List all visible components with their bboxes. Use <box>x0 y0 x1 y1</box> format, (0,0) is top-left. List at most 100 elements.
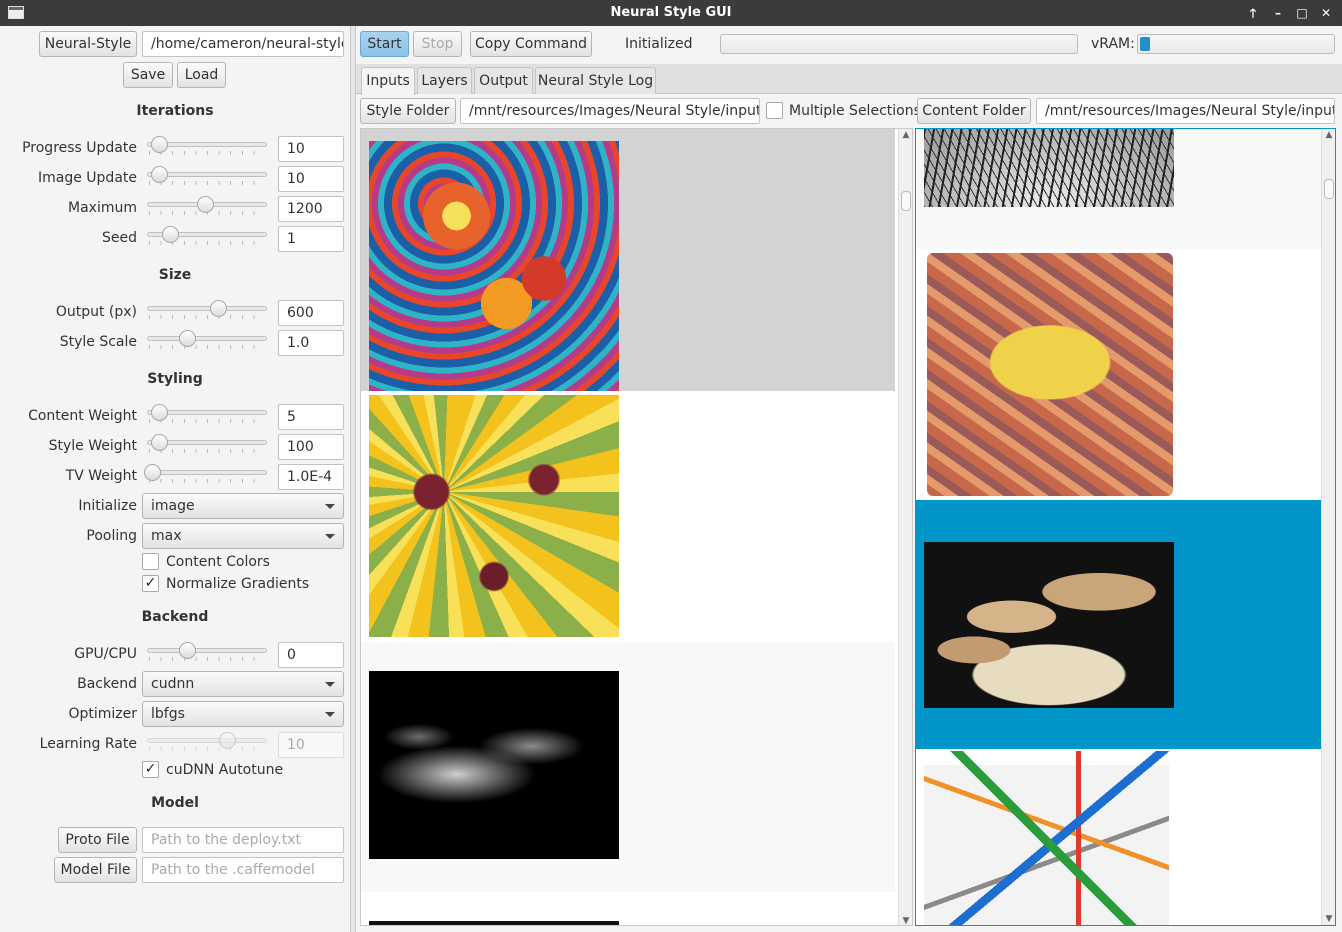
progress-bar <box>720 34 1078 54</box>
content-image-thumbnail <box>927 253 1173 496</box>
cudnn-autotune-checkbox[interactable]: ✓ <box>142 761 159 778</box>
style-folder-path-field[interactable]: /mnt/resources/Images/Neural Style/input <box>460 98 760 124</box>
style-weight-label: Style Weight <box>48 438 137 454</box>
style-weight-field[interactable]: 100 <box>278 434 344 460</box>
scroll-up-icon[interactable]: ▲ <box>1322 129 1335 141</box>
normalize-gradients-checkbox[interactable]: ✓ <box>142 575 159 592</box>
list-item[interactable] <box>361 892 895 925</box>
main-panel: Start Stop Copy Command Initialized vRAM… <box>356 26 1342 932</box>
maximum-field[interactable]: 1200 <box>278 196 344 222</box>
list-item-selected[interactable] <box>361 129 895 391</box>
tab-layers[interactable]: Layers <box>417 67 472 94</box>
content-colors-checkbox[interactable] <box>142 553 159 570</box>
maximum-slider[interactable] <box>147 196 267 216</box>
status-text: Initialized <box>625 36 693 52</box>
list-item[interactable] <box>361 392 895 642</box>
tv-weight-slider[interactable] <box>144 464 267 484</box>
seed-slider[interactable] <box>147 226 267 246</box>
model-file-button[interactable]: Model File <box>54 857 137 883</box>
proto-file-field[interactable]: Path to the deploy.txt <box>142 827 344 853</box>
backend-select[interactable]: cudnn <box>142 671 344 697</box>
backend-label: Backend <box>77 676 137 692</box>
image-update-slider[interactable] <box>147 166 267 186</box>
scroll-thumb[interactable] <box>1324 179 1334 199</box>
proto-file-button[interactable]: Proto File <box>58 827 137 853</box>
content-weight-label: Content Weight <box>28 408 137 424</box>
gpu-cpu-field[interactable]: 0 <box>278 642 344 668</box>
tab-output[interactable]: Output <box>474 67 533 94</box>
content-weight-field[interactable]: 5 <box>278 404 344 430</box>
content-image-thumbnail <box>924 542 1174 708</box>
scroll-down-icon[interactable]: ▼ <box>899 915 912 925</box>
chevron-down-icon <box>325 712 335 717</box>
gpu-cpu-label: GPU/CPU <box>74 646 137 662</box>
content-colors-label: Content Colors <box>166 554 270 570</box>
vram-label: vRAM: <box>1091 36 1135 52</box>
minimize-icon[interactable]: – <box>1269 4 1287 22</box>
style-list-scrollbar[interactable]: ▲ ▼ <box>898 129 912 925</box>
style-weight-slider[interactable] <box>147 434 267 454</box>
style-image-list[interactable]: ▲ ▼ <box>360 128 913 926</box>
learning-rate-field: 10 <box>278 732 344 758</box>
progress-update-field[interactable]: 10 <box>278 136 344 162</box>
image-update-label: Image Update <box>38 170 137 186</box>
window-title: Neural Style GUI <box>610 5 732 20</box>
content-image-list[interactable]: ▲ ▼ <box>915 128 1336 926</box>
vram-bar <box>1137 34 1335 54</box>
list-item[interactable] <box>361 642 895 892</box>
load-button[interactable]: Load <box>177 62 226 88</box>
stop-button: Stop <box>413 31 462 57</box>
model-file-field[interactable]: Path to the .caffemodel <box>142 857 344 883</box>
tv-weight-label: TV Weight <box>65 468 137 484</box>
start-button[interactable]: Start <box>360 31 409 57</box>
image-update-field[interactable]: 10 <box>278 166 344 192</box>
tab-neural-style-log[interactable]: Neural Style Log <box>535 67 656 94</box>
list-item[interactable] <box>916 129 1321 249</box>
output-px-slider[interactable] <box>147 300 267 320</box>
style-scale-slider[interactable] <box>147 330 267 350</box>
neural-style-button[interactable]: Neural-Style <box>39 31 137 57</box>
save-button[interactable]: Save <box>123 62 173 88</box>
seed-field[interactable]: 1 <box>278 226 344 252</box>
content-weight-slider[interactable] <box>147 404 267 424</box>
style-folder-button[interactable]: Style Folder <box>360 98 456 124</box>
chevron-down-icon <box>325 682 335 687</box>
style-scale-field[interactable]: 1.0 <box>278 330 344 356</box>
learning-rate-slider <box>147 732 267 752</box>
tab-inputs[interactable]: Inputs <box>361 67 415 95</box>
content-folder-button[interactable]: Content Folder <box>917 98 1031 124</box>
learning-rate-label: Learning Rate <box>39 736 137 752</box>
tv-weight-field[interactable]: 1.0E-4 <box>278 464 344 490</box>
backend-heading: Backend <box>141 609 209 625</box>
pooling-select[interactable]: max <box>142 523 344 549</box>
title-bar: Neural Style GUI 🡑 – □ ✕ <box>0 0 1342 26</box>
multiple-selections-checkbox[interactable] <box>766 102 783 119</box>
optimizer-label: Optimizer <box>68 706 137 722</box>
scroll-up-icon[interactable]: ▲ <box>899 129 912 141</box>
close-icon[interactable]: ✕ <box>1317 4 1335 22</box>
content-folder-path-field[interactable]: /mnt/resources/Images/Neural Style/input <box>1036 98 1335 124</box>
style-image-thumbnail <box>369 395 619 637</box>
keep-above-icon[interactable]: 🡑 <box>1244 4 1262 22</box>
scroll-thumb[interactable] <box>901 191 911 211</box>
list-item[interactable] <box>916 249 1321 499</box>
pooling-value: max <box>151 528 182 544</box>
neural-style-path-field[interactable]: /home/cameron/neural-style <box>142 31 344 57</box>
initialize-select[interactable]: image <box>142 493 344 519</box>
scroll-down-icon[interactable]: ▼ <box>1322 913 1335 925</box>
chevron-down-icon <box>325 504 335 509</box>
output-px-field[interactable]: 600 <box>278 300 344 326</box>
list-item-selected[interactable] <box>916 500 1321 749</box>
progress-update-slider[interactable] <box>147 136 267 156</box>
list-item[interactable] <box>916 749 1321 925</box>
content-list-scrollbar[interactable]: ▲ ▼ <box>1321 129 1335 925</box>
normalize-gradients-label: Normalize Gradients <box>166 576 310 592</box>
gpu-cpu-slider[interactable] <box>147 642 267 662</box>
style-image-thumbnail <box>369 921 619 925</box>
copy-command-button[interactable]: Copy Command <box>470 31 592 57</box>
iterations-heading: Iterations <box>136 103 214 119</box>
pooling-label: Pooling <box>86 528 137 544</box>
cudnn-autotune-label: cuDNN Autotune <box>166 762 284 778</box>
maximize-icon[interactable]: □ <box>1293 4 1311 22</box>
optimizer-select[interactable]: lbfgs <box>142 701 344 727</box>
